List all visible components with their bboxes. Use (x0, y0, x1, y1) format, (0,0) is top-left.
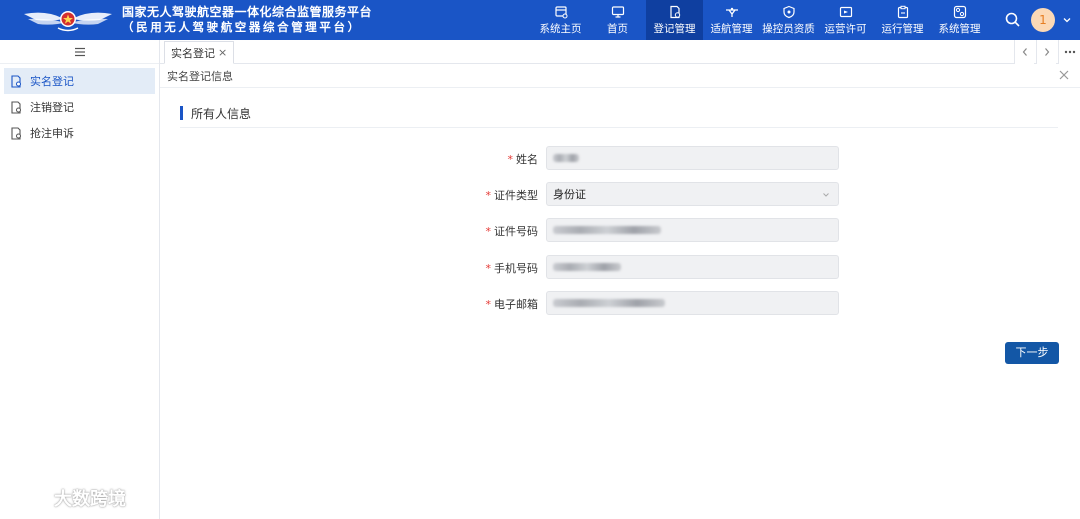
watermark-text: 大数跨境 (54, 489, 126, 510)
chevron-right-icon (1044, 48, 1049, 56)
sidebar-item-label: 抢注申诉 (30, 127, 74, 140)
platform-title-line1: 国家无人驾驶航空器一体化综合监管服务平台 (122, 5, 373, 19)
caac-wings-logo-icon (24, 11, 112, 32)
chevron-left-icon (1022, 48, 1027, 56)
field-email: * 电子邮箱 (480, 291, 840, 315)
tabs-bar: 实名登记 × (160, 40, 1080, 64)
nav-operator-qualification[interactable]: 操控员资质 (760, 0, 817, 40)
chevron-down-icon[interactable] (1062, 15, 1072, 25)
platform-title: 国家无人驾驶航空器一体化综合监管服务平台 （民用无人驾驶航空器综合管理平台） (122, 5, 372, 35)
field-phone-number: * 手机号码 (480, 255, 840, 279)
nav-label: 运行管理 (881, 22, 924, 35)
user-avatar[interactable]: 1 (1031, 8, 1055, 32)
close-icon[interactable] (1058, 69, 1070, 81)
settings-icon (953, 5, 966, 18)
search-icon[interactable] (1004, 11, 1022, 29)
sidebar-toggle[interactable] (0, 40, 159, 64)
nav-registration[interactable]: 登记管理 (646, 0, 703, 40)
shield-icon (782, 5, 795, 18)
tabs-scroll-left-button[interactable] (1014, 40, 1034, 64)
field-id-number: * 证件号码 (480, 218, 840, 242)
tab-close-icon[interactable]: × (218, 46, 227, 59)
sidebar: 实名登记 注销登记 抢注申诉 (0, 40, 160, 519)
main-panel: 实名登记信息 所有人信息 * 姓名 * 证件类型 身份证 * 证件号码 * 手机号码 *… (160, 64, 1080, 519)
id-type-select[interactable]: 身份证 (546, 182, 839, 206)
document-user-icon (11, 100, 21, 114)
redacted-value (553, 263, 621, 271)
redacted-value (553, 154, 579, 162)
nav-label: 操控员资质 (762, 22, 815, 35)
nav-label: 系统管理 (938, 22, 981, 35)
monitor-icon (611, 5, 624, 18)
sidebar-item-squatting-appeal[interactable]: 抢注申诉 (4, 120, 155, 146)
clipboard-icon (897, 5, 908, 18)
redacted-value (553, 299, 665, 307)
watermark: 大数跨境 (8, 485, 126, 511)
document-user-icon (11, 74, 21, 88)
sidebar-item-label: 注销登记 (30, 101, 74, 114)
tabs-more-button[interactable] (1058, 40, 1080, 64)
section-owner-info: 所有人信息 (180, 104, 1058, 128)
field-label: * 证件号码 (485, 225, 539, 238)
nav-operation-license[interactable]: 运营许可 (817, 0, 874, 40)
email-input[interactable] (546, 291, 839, 315)
register-doc-icon (669, 5, 680, 18)
home-grid-icon (554, 5, 567, 18)
top-nav: 系统主页 首页 登记管理 适航管理 操控员资质 运营许可 运行管理 系统管理 (532, 0, 988, 40)
id-number-input[interactable] (546, 218, 839, 242)
field-label: * 电子邮箱 (485, 298, 539, 311)
tab-real-name-registration[interactable]: 实名登记 × (164, 41, 235, 64)
field-name: * 姓名 (480, 146, 840, 170)
plane-icon (725, 7, 738, 17)
platform-title-line2: （民用无人驾驶航空器综合管理平台） (122, 20, 362, 34)
panel-title: 实名登记信息 (167, 69, 233, 83)
field-label: * 姓名 (507, 153, 539, 166)
id-type-value: 身份证 (553, 188, 586, 201)
nav-run-management[interactable]: 运行管理 (874, 0, 931, 40)
nav-label: 登记管理 (653, 22, 696, 35)
nav-system-management[interactable]: 系统管理 (931, 0, 988, 40)
watermark-logo-icon (10, 488, 45, 509)
field-label: * 手机号码 (485, 262, 539, 275)
hamburger-menu-icon (74, 47, 85, 56)
phone-number-input[interactable] (546, 255, 839, 279)
sidebar-item-deregistration[interactable]: 注销登记 (4, 94, 155, 120)
license-icon (839, 6, 852, 17)
section-accent-bar (180, 106, 183, 120)
field-label: * 证件类型 (485, 189, 539, 202)
name-input[interactable] (546, 146, 839, 170)
field-id-type: * 证件类型 身份证 (480, 182, 840, 206)
nav-label: 运营许可 (824, 22, 867, 35)
nav-label: 适航管理 (710, 22, 753, 35)
nav-home[interactable]: 首页 (589, 0, 646, 40)
section-title: 所有人信息 (191, 107, 252, 121)
redacted-value (553, 226, 661, 234)
document-user-icon (11, 126, 21, 140)
nav-airworthiness[interactable]: 适航管理 (703, 0, 760, 40)
tabs-scroll-right-button[interactable] (1036, 40, 1056, 64)
sidebar-item-real-name-registration[interactable]: 实名登记 (4, 68, 155, 94)
chevron-down-icon (823, 193, 829, 197)
sidebar-item-label: 实名登记 (30, 75, 74, 88)
nav-label: 系统主页 (539, 22, 582, 35)
next-step-button[interactable]: 下一步 (1005, 342, 1059, 364)
tab-label: 实名登记 (171, 46, 215, 60)
top-header: 国家无人驾驶航空器一体化综合监管服务平台 （民用无人驾驶航空器综合管理平台） 系… (0, 0, 1080, 40)
nav-label: 首页 (607, 22, 628, 35)
more-dots-icon (1064, 50, 1075, 54)
panel-header: 实名登记信息 (160, 64, 1080, 88)
nav-system-home[interactable]: 系统主页 (532, 0, 589, 40)
